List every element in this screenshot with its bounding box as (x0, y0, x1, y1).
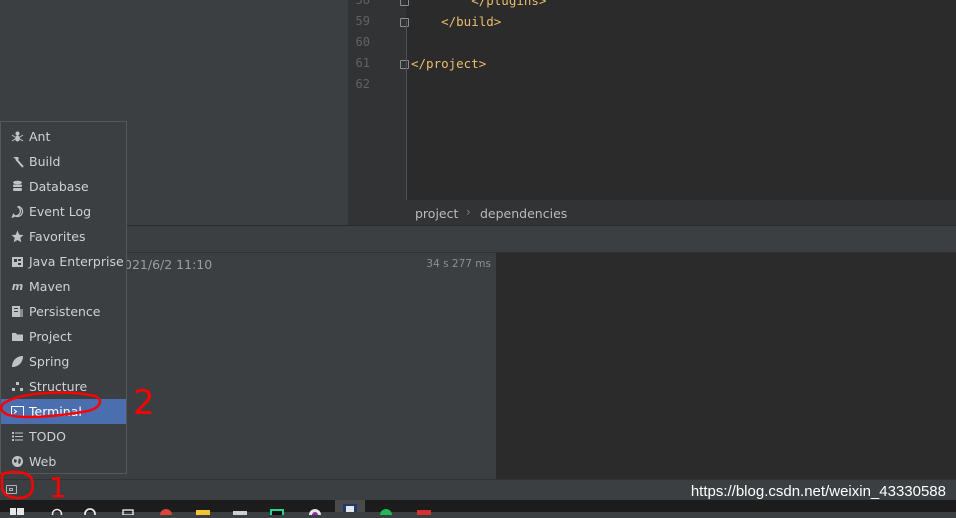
chrome-icon[interactable] (159, 504, 173, 518)
menu-item-label: Event Log (29, 204, 92, 219)
java-enterprise-icon (11, 255, 24, 268)
menu-item-ant[interactable]: Ant (1, 124, 126, 149)
globe-icon (11, 455, 24, 468)
tool-windows-popup-menu: Ant Build Database Event Log Favorites J… (0, 121, 127, 474)
line-number-gutter: 58 59 60 61 62 (348, 0, 409, 200)
breadcrumb-item-project[interactable]: project (415, 206, 458, 221)
menu-item-favorites[interactable]: Favorites (1, 224, 126, 249)
menu-item-structure[interactable]: Structure (1, 374, 126, 399)
fold-icon[interactable] (400, 60, 409, 69)
breadcrumb-separator-icon: › (466, 205, 471, 219)
line-number: 62 (355, 77, 370, 91)
menu-item-label: Favorites (29, 229, 86, 244)
line-number: 59 (355, 14, 370, 28)
menu-item-persistence[interactable]: Persistence (1, 299, 126, 324)
app-icon[interactable] (233, 504, 247, 515)
windows-taskbar (0, 500, 956, 518)
menu-item-build[interactable]: Build (1, 149, 126, 174)
app-icon[interactable] (308, 504, 322, 518)
structure-icon (11, 380, 24, 393)
tool-window-header (0, 225, 956, 253)
app-icon[interactable] (417, 504, 431, 515)
watermark-text: https://blog.csdn.net/weixin_43330588 (690, 483, 946, 500)
line-number: 60 (355, 35, 370, 49)
intellij-idea-icon[interactable] (335, 500, 365, 512)
menu-item-event-log[interactable]: Event Log (1, 199, 126, 224)
tool-windows-toggle-icon[interactable] (6, 485, 17, 494)
line-number: 58 (355, 0, 370, 7)
menu-item-todo[interactable]: TODO (1, 424, 126, 449)
breadcrumb-item-dependencies[interactable]: dependencies (480, 206, 567, 221)
store-icon[interactable] (121, 504, 135, 516)
code-line[interactable]: </plugins> (411, 0, 546, 8)
menu-item-label: Project (29, 329, 72, 344)
status-bar: https://blog.csdn.net/weixin_43330588 (0, 479, 956, 500)
menu-item-project[interactable]: Project (1, 324, 126, 349)
menu-item-java-enterprise[interactable]: Java Enterprise (1, 249, 126, 274)
menu-item-label: Persistence (29, 304, 101, 319)
line-number: 61 (355, 56, 370, 70)
spring-leaf-icon (11, 355, 24, 368)
windows-start-icon[interactable] (10, 504, 24, 515)
folder-icon (11, 330, 24, 343)
code-editor[interactable]: 58 59 60 61 62 </plugins> </build> </pro… (348, 0, 956, 200)
star-icon (11, 230, 24, 243)
menu-item-database[interactable]: Database (1, 174, 126, 199)
menu-item-label: Maven (29, 279, 71, 294)
code-line[interactable]: </build> (411, 14, 501, 29)
menu-item-spring[interactable]: Spring (1, 349, 126, 374)
menu-item-label: TODO (29, 429, 66, 444)
persistence-icon (11, 305, 24, 318)
menu-item-label: Terminal (29, 404, 82, 419)
pycharm-icon[interactable] (270, 504, 284, 515)
hammer-icon (11, 155, 24, 168)
menu-item-label: Spring (29, 354, 70, 369)
menu-item-web[interactable]: Web (1, 449, 126, 474)
file-explorer-icon[interactable] (196, 504, 210, 515)
code-line[interactable]: </project> (411, 56, 486, 71)
console-output[interactable] (496, 253, 956, 479)
menu-item-label: Build (29, 154, 61, 169)
database-icon (11, 180, 24, 193)
todo-list-icon (11, 430, 24, 443)
event-log-icon (11, 205, 24, 219)
fold-icon[interactable] (400, 18, 409, 27)
menu-item-terminal[interactable]: Terminal (1, 399, 126, 424)
breadcrumb: project › dependencies (348, 200, 956, 225)
fold-guide-line (406, 20, 407, 200)
menu-item-maven[interactable]: m Maven (1, 274, 126, 299)
run-duration: 34 s 277 ms (426, 258, 491, 270)
menu-item-label: Ant (29, 129, 51, 144)
search-icon[interactable] (50, 504, 64, 518)
task-view-icon[interactable] (83, 504, 97, 518)
menu-item-label: Database (29, 179, 89, 194)
menu-item-label: Web (29, 454, 57, 469)
maven-icon: m (11, 280, 24, 293)
menu-item-label: Structure (29, 379, 88, 394)
fold-icon[interactable] (400, 0, 409, 6)
run-timestamp: 021/6/2 11:10 (124, 257, 213, 272)
menu-item-label: Java Enterprise (29, 254, 124, 269)
app-icon[interactable] (379, 504, 393, 518)
ant-icon (11, 130, 24, 143)
terminal-icon (11, 405, 24, 418)
